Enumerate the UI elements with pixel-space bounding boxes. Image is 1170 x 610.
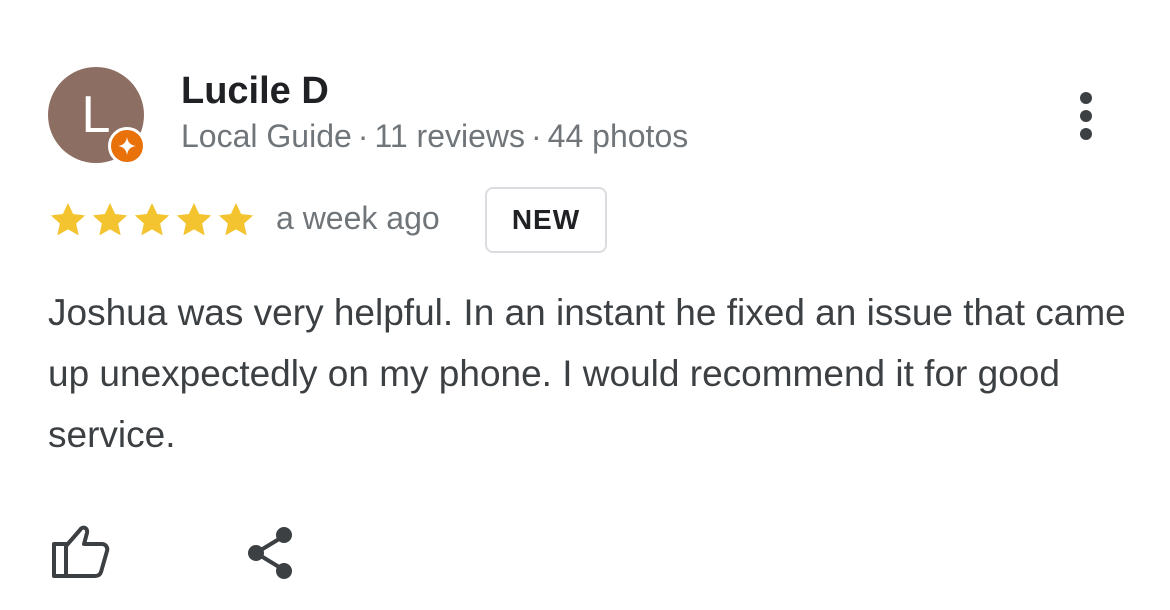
local-guide-star-icon: [108, 127, 146, 165]
review-text: Joshua was very helpful. In an instant h…: [48, 292, 1126, 455]
like-button[interactable]: [44, 520, 112, 582]
star-icon: [134, 203, 170, 236]
more-vert-icon-dot: [1080, 110, 1092, 122]
star-icon: [176, 203, 212, 236]
photo-count: 44 photos: [547, 118, 689, 154]
star-rating: [47, 200, 257, 240]
more-options-button[interactable]: [1062, 84, 1110, 148]
review-count: 11 reviews: [374, 118, 526, 154]
local-guide-label: Local Guide: [181, 118, 352, 154]
star-icon: [92, 203, 128, 236]
new-badge: NEW: [485, 187, 607, 253]
reviewer-meta: Local Guide · 11 reviews · 44 photos: [181, 118, 688, 155]
thumbs-up-icon: [52, 525, 110, 578]
review-card: L Lucile D Local Guide · 11 reviews · 44 pho…: [0, 0, 1170, 610]
reviewer-name[interactable]: Lucile D: [181, 70, 329, 113]
share-button[interactable]: [240, 522, 302, 584]
review-time: a week ago: [276, 200, 440, 236]
star-icon: [218, 203, 254, 236]
share-icon: [248, 527, 292, 579]
more-vert-icon-dot: [1080, 128, 1092, 140]
separator: ·: [357, 118, 369, 154]
more-vert-icon: [1080, 92, 1092, 104]
star-icon: [50, 203, 86, 236]
separator: ·: [531, 118, 542, 154]
